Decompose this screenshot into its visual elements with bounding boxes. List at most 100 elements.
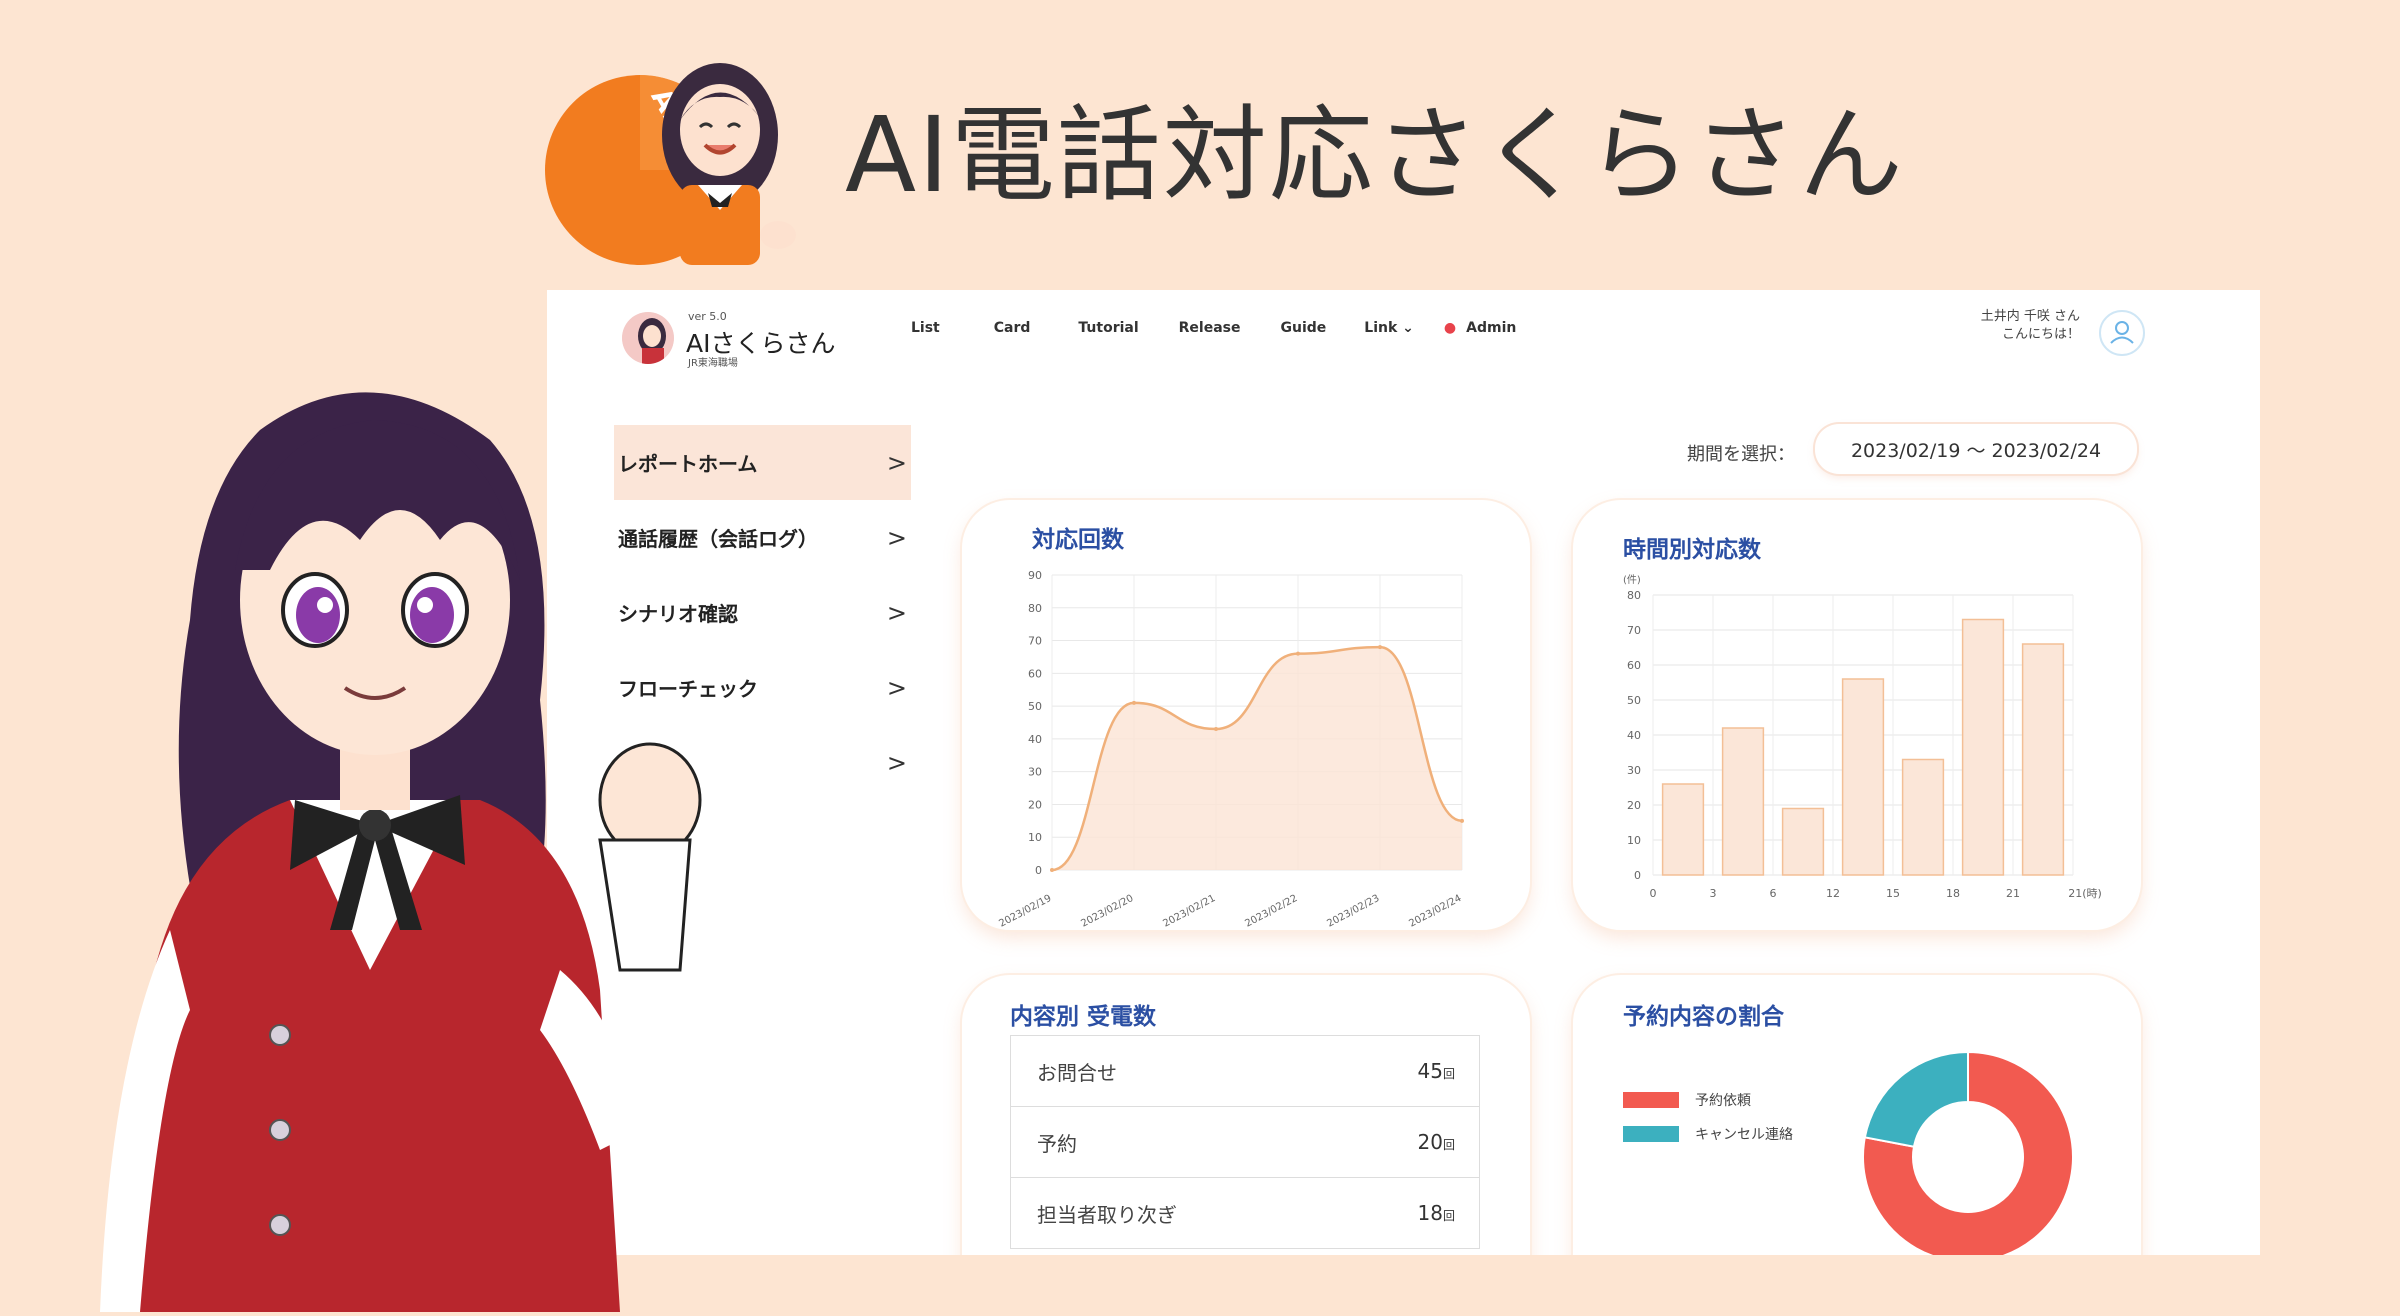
- hourly-card: 時間別対応数 0 10 20 30 40 50 60 70 80 (件) 0 3 6 12 15 18 21 21…: [1573, 500, 2141, 930]
- data-point: [1132, 700, 1136, 705]
- chevron-right-icon: >: [886, 748, 907, 777]
- nav-release[interactable]: Release: [1179, 320, 1241, 336]
- x-tick-label: 0: [1650, 887, 1657, 900]
- y-tick-label: 10: [1627, 834, 1641, 847]
- banner-title: AI電話対応さくらさん: [845, 94, 1905, 216]
- y-tick-label: 20: [1627, 799, 1641, 812]
- data-point: [1296, 651, 1300, 656]
- user-greeting: 土井内 千咲 さん こんにちは！: [1981, 308, 2080, 344]
- row-label: お問合せ: [1037, 1060, 1117, 1085]
- reservation-card-title: 予約内容の割合: [1623, 1004, 1784, 1030]
- x-tick-label: 12: [1826, 887, 1840, 900]
- x-tick-label: 18: [1946, 887, 1960, 900]
- row-label: 担当者取り次ぎ: [1037, 1202, 1177, 1227]
- bar: [1721, 727, 1765, 876]
- data-point: [1378, 645, 1382, 650]
- data-point: [1460, 818, 1464, 823]
- y-tick-label: 0: [1035, 864, 1042, 877]
- bar: [1661, 783, 1705, 876]
- x-axis-label: 21(時): [2068, 887, 2102, 900]
- y-tick-label: 40: [1028, 733, 1042, 746]
- chevron-right-icon: >: [886, 673, 907, 702]
- row-value: 18回: [1417, 1201, 1455, 1225]
- x-tick-label: 2023/02/20: [1079, 893, 1135, 930]
- period-picker[interactable]: 2023/02/19 〜 2023/02/24: [1815, 424, 2137, 474]
- area-fill: [1052, 647, 1462, 870]
- nav-tutorial[interactable]: Tutorial: [1078, 320, 1138, 336]
- user-icon[interactable]: [2099, 310, 2145, 356]
- legend-swatch: [1623, 1092, 1679, 1108]
- nav-card[interactable]: Card: [994, 320, 1031, 336]
- y-tick-label: 60: [1627, 659, 1641, 672]
- x-tick-label: 15: [1886, 887, 1900, 900]
- row-value: 20回: [1417, 1130, 1455, 1154]
- y-tick-label: 70: [1627, 624, 1641, 637]
- x-tick-label: 2023/02/19: [997, 893, 1053, 930]
- bar: [1841, 678, 1885, 876]
- x-tick-label: 21: [2006, 887, 2020, 900]
- chevron-right-icon: >: [886, 598, 907, 627]
- y-tick-label: 50: [1627, 694, 1641, 707]
- calls-area-chart: 0 10 20 30 40 50 60 70 80 90 2023/02/19 2023/02/20 2…: [997, 569, 1464, 930]
- app-window: ver 5.0 AIさくらさん JR東海職場 List Card Tutoria…: [547, 290, 2260, 1255]
- legend-item: キャンセル連絡: [1623, 1117, 1793, 1151]
- content-card-title: 内容別 受電数: [1010, 1004, 1157, 1030]
- admin-dot-icon: ●: [1443, 320, 1457, 336]
- legend-label: キャンセル連絡: [1695, 1127, 1793, 1143]
- nav-link-dropdown[interactable]: Link ⌄: [1364, 320, 1414, 336]
- top-nav: ver 5.0 AIさくらさん JR東海職場 List Card Tutoria…: [547, 290, 2260, 380]
- x-tick-label: 2023/02/24: [1407, 893, 1463, 930]
- table-row: お問合せ 45回: [1011, 1036, 1479, 1107]
- nav-guide[interactable]: Guide: [1281, 320, 1327, 336]
- x-tick-label: 6: [1770, 887, 1777, 900]
- y-tick-label: 40: [1627, 729, 1641, 742]
- hourly-bar-chart: 0 10 20 30 40 50 60 70 80 (件) 0 3 6 12 15 18 21 21(時): [1623, 574, 2102, 900]
- bar: [2021, 643, 2065, 876]
- content-card: 内容別 受電数 お問合せ 45回 予約 20回 担当者取り次ぎ 18回: [962, 975, 1530, 1255]
- table-row: 担当者取り次ぎ 18回: [1011, 1178, 1479, 1249]
- y-axis-unit: (件): [1623, 574, 1641, 586]
- reservation-card: 予約内容の割合 予約依頼 キャンセル連絡: [1573, 975, 2141, 1255]
- period-label: 期間を選択：: [1687, 444, 1795, 465]
- brand-logo-badge: AISAKURA: [530, 35, 830, 265]
- bar: [1901, 758, 1945, 876]
- calls-card: 対応回数 0 10 20 30 40 50 60 70 80 90 2023/02/19 2023/0…: [962, 500, 1530, 930]
- chevron-right-icon: >: [886, 448, 907, 477]
- bar: [1781, 807, 1825, 876]
- legend-label: 予約依頼: [1695, 1093, 1751, 1109]
- y-tick-label: 10: [1028, 831, 1042, 844]
- x-tick-label: 2023/02/23: [1325, 893, 1381, 930]
- nav-list[interactable]: List: [911, 320, 940, 336]
- brand-avatar: [622, 312, 674, 364]
- content-table: お問合せ 45回 予約 20回 担当者取り次ぎ 18回: [1010, 1035, 1480, 1249]
- user-name: 土井内 千咲 さん: [1980, 309, 2080, 324]
- y-tick-label: 80: [1028, 602, 1042, 615]
- bar: [1961, 618, 2005, 876]
- row-label: 予約: [1037, 1131, 1077, 1156]
- y-tick-label: 20: [1028, 798, 1042, 811]
- hourly-card-title: 時間別対応数: [1623, 537, 1761, 563]
- x-tick-label: 2023/02/22: [1243, 893, 1299, 930]
- y-tick-label: 30: [1028, 766, 1042, 779]
- donut-legend: 予約依頼 キャンセル連絡: [1623, 1083, 1793, 1151]
- brand-version: ver 5.0: [688, 310, 727, 323]
- x-tick-label: 3: [1710, 887, 1717, 900]
- x-tick-label: 2023/02/21: [1161, 893, 1217, 930]
- mascot-illustration: [40, 370, 760, 1312]
- y-tick-label: 60: [1028, 667, 1042, 680]
- nav-admin[interactable]: Admin: [1466, 320, 1516, 336]
- y-tick-label: 90: [1028, 569, 1042, 582]
- chevron-right-icon: >: [886, 523, 907, 552]
- row-value: 45回: [1417, 1059, 1455, 1083]
- legend-swatch: [1623, 1126, 1679, 1142]
- calls-card-title: 対応回数: [1032, 527, 1124, 553]
- y-tick-label: 70: [1028, 635, 1042, 648]
- y-tick-label: 30: [1627, 764, 1641, 777]
- table-row: 予約 20回: [1011, 1107, 1479, 1178]
- y-tick-label: 0: [1634, 869, 1641, 882]
- data-point: [1050, 868, 1054, 872]
- legend-item: 予約依頼: [1623, 1083, 1793, 1117]
- donut-slice: [1863, 1050, 1969, 1148]
- y-tick-label: 80: [1627, 589, 1641, 602]
- brand-subtitle: JR東海職場: [688, 358, 738, 369]
